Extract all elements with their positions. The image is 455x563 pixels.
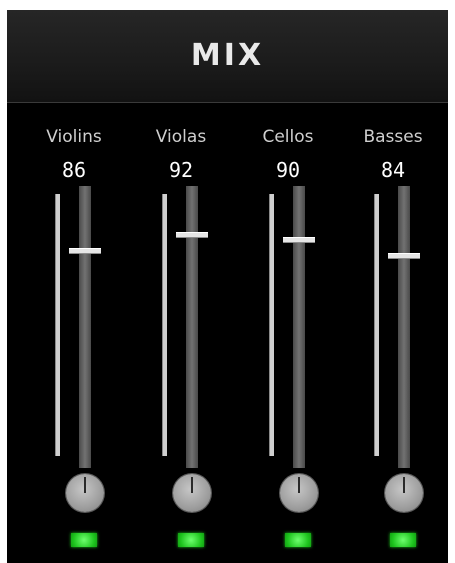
volume-fader-track[interactable] bbox=[398, 186, 410, 468]
window-top-strip bbox=[0, 0, 455, 10]
channel-value: 90 bbox=[275, 158, 301, 182]
volume-fader-thumb[interactable] bbox=[388, 253, 420, 259]
knob-pointer-icon bbox=[403, 477, 405, 493]
volume-fader-thumb[interactable] bbox=[176, 232, 208, 238]
channel-value: 86 bbox=[61, 158, 87, 182]
channel-label: Violins bbox=[46, 127, 102, 147]
led-indicator-icon bbox=[390, 533, 416, 547]
volume-fader-thumb[interactable] bbox=[69, 248, 101, 254]
knob-pointer-icon bbox=[84, 477, 86, 493]
volume-fader-thumb[interactable] bbox=[283, 237, 315, 243]
volume-fader-track[interactable] bbox=[79, 186, 91, 468]
level-meter bbox=[162, 194, 167, 456]
channel-label: Violas bbox=[155, 127, 207, 147]
mix-header: MIX bbox=[7, 10, 448, 103]
volume-fader-track[interactable] bbox=[293, 186, 305, 468]
level-meter bbox=[55, 194, 60, 456]
channel-violins: Violins 86 bbox=[19, 102, 129, 563]
pan-knob[interactable] bbox=[173, 474, 211, 512]
pan-knob[interactable] bbox=[385, 474, 423, 512]
pan-knob[interactable] bbox=[66, 474, 104, 512]
volume-fader-track[interactable] bbox=[186, 186, 198, 468]
knob-pointer-icon bbox=[191, 477, 193, 493]
pan-knob[interactable] bbox=[280, 474, 318, 512]
channel-label: Cellos bbox=[262, 127, 314, 147]
panel-title: MIX bbox=[190, 38, 265, 73]
channel-violas: Violas 92 bbox=[126, 102, 236, 563]
channel-cellos: Cellos 90 bbox=[233, 102, 343, 563]
channel-label: Basses bbox=[363, 127, 423, 147]
mix-panel: MIX Violins 86 Violas 92 Cellos 90 Basse… bbox=[7, 10, 448, 563]
led-indicator-icon bbox=[71, 533, 97, 547]
knob-pointer-icon bbox=[298, 477, 300, 493]
level-meter bbox=[269, 194, 274, 456]
led-indicator-icon bbox=[285, 533, 311, 547]
led-indicator-icon bbox=[178, 533, 204, 547]
channel-value: 92 bbox=[168, 158, 194, 182]
channel-value: 84 bbox=[380, 158, 406, 182]
level-meter bbox=[374, 194, 379, 456]
channel-basses: Basses 84 bbox=[338, 102, 448, 563]
